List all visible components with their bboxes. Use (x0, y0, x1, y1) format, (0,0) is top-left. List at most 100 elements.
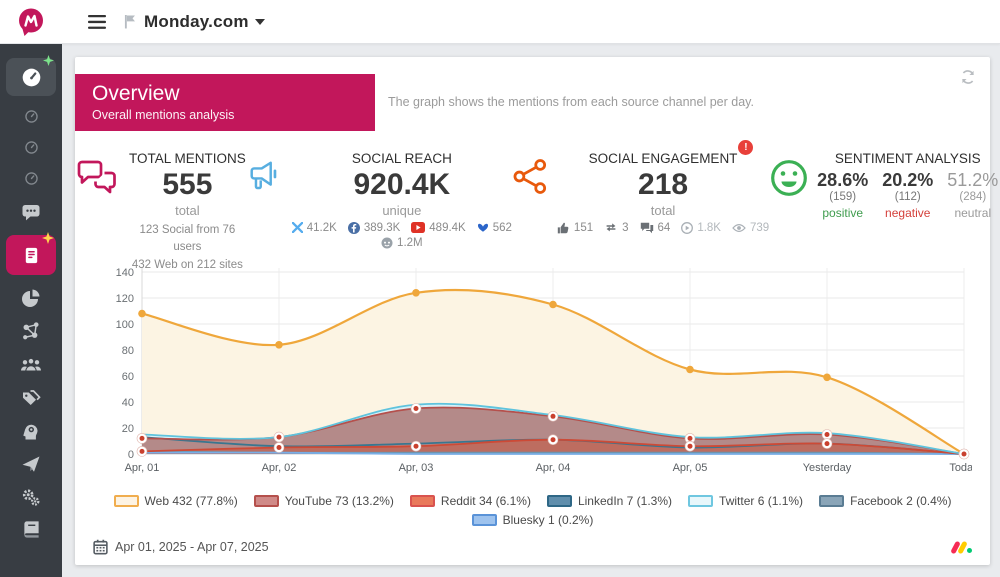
neutral-count: (284) (947, 191, 998, 203)
sparkle-icon (42, 232, 54, 244)
sidebar-item-settings-gears-12[interactable] (21, 487, 41, 507)
svg-text:20: 20 (122, 423, 134, 435)
svg-text:140: 140 (116, 267, 134, 279)
stat-social-engagement: SOCIAL ENGAGEMENT! 218 total 1513641.8K7… (512, 150, 769, 275)
sidebar-item-gauge-small-1[interactable] (24, 109, 39, 124)
stat-title: SOCIAL REACH (352, 151, 452, 166)
svg-text:Apr, 01: Apr, 01 (125, 462, 160, 474)
positive-count: (159) (817, 191, 868, 203)
alert-badge[interactable]: ! (738, 140, 753, 155)
mentions-chart[interactable]: 020406080100120140Apr, 01Apr, 02Apr, 03A… (92, 262, 972, 490)
mentions-social-line: 123 Social from 76 users (129, 222, 246, 258)
chevron-down-icon[interactable] (255, 19, 265, 25)
reach-x-twitter: 41.2K (292, 222, 337, 234)
legend-item-twitter[interactable]: Twitter 6 (1.1%) (688, 494, 803, 508)
reach-breakdown: 41.2K 389.3K 489.4K 562 1.2M (292, 222, 512, 249)
reach-youtube: 489.4K (411, 222, 465, 234)
sidebar-item-mentions-chat-4[interactable] (21, 202, 41, 222)
svg-text:0: 0 (128, 449, 134, 461)
megaphone-icon (246, 158, 284, 196)
sentiment-negative: 20.2% (112) negative (882, 170, 933, 220)
stat-sentiment: SENTIMENT ANALYSIS 28.6% (159) positive … (769, 150, 998, 275)
legend-swatch (819, 495, 844, 507)
svg-text:120: 120 (116, 293, 134, 305)
stat-value: 555 (129, 168, 246, 203)
calendar-icon (93, 539, 108, 555)
sidebar-item-education-book-13[interactable] (22, 520, 41, 539)
legend-item-facebook[interactable]: Facebook 2 (0.4%) (819, 494, 951, 508)
brand-bubble-m-icon (16, 7, 46, 37)
stat-total-mentions: TOTAL MENTIONS 555 total 123 Social from… (75, 150, 246, 275)
legend-item-web[interactable]: Web 432 (77.8%) (114, 494, 238, 508)
sidebar-item-report-document-5[interactable] (6, 235, 56, 275)
sidebar-item-network-share-7[interactable] (21, 321, 42, 342)
negative-count: (112) (882, 191, 933, 203)
legend-item-reddit[interactable]: Reddit 34 (6.1%) (410, 494, 531, 508)
stat-unit: total (557, 203, 769, 218)
refresh-icon (959, 68, 977, 86)
svg-text:100: 100 (116, 319, 134, 331)
legend-label: LinkedIn 7 (1.3%) (578, 494, 672, 508)
engagement-retweet: 3 (604, 222, 628, 234)
legend-swatch (114, 495, 139, 507)
reach-facebook: 389.3K (348, 222, 400, 234)
date-range-picker[interactable]: Apr 01, 2025 - Apr 07, 2025 (93, 539, 269, 555)
svg-text:60: 60 (122, 371, 134, 383)
sidebar-item-publish-plane-11[interactable] (21, 454, 41, 474)
legend-label: Facebook 2 (0.4%) (850, 494, 951, 508)
positive-label: positive (817, 206, 868, 220)
sidebar-item-dashboard-gauge-0[interactable] (6, 58, 56, 96)
legend-label: YouTube 73 (13.2%) (285, 494, 394, 508)
legend-item-bluesky[interactable]: Bluesky 1 (0.2%) (472, 513, 594, 527)
svg-text:80: 80 (122, 345, 134, 357)
smiley-icon (769, 158, 809, 198)
sidebar-item-audience-users-8[interactable] (20, 355, 42, 375)
stat-unit: total (129, 203, 246, 218)
legend-label: Web 432 (77.8%) (145, 494, 238, 508)
svg-text:Apr, 05: Apr, 05 (673, 462, 708, 474)
legend-item-youtube[interactable]: YouTube 73 (13.2%) (254, 494, 394, 508)
sentiment-positive: 28.6% (159) positive (817, 170, 868, 220)
legend-item-linkedin[interactable]: LinkedIn 7 (1.3%) (547, 494, 672, 508)
stat-title: SENTIMENT ANALYSIS (835, 151, 981, 166)
refresh-button[interactable] (956, 65, 980, 89)
overview-banner: Overview Overall mentions analysis (75, 74, 375, 131)
sidebar-item-tags-9[interactable] (21, 388, 41, 408)
stat-value: 920.4K (292, 168, 512, 203)
reach-bluesky: 562 (477, 222, 512, 234)
sidebar-item-ai-insights-head-10[interactable] (21, 421, 41, 441)
engagement-play-circle: 1.8K (681, 222, 721, 234)
chart-description: The graph shows the mentions from each s… (388, 95, 754, 109)
hamburger-menu-icon[interactable] (88, 15, 106, 29)
legend-swatch (547, 495, 572, 507)
stats-row: TOTAL MENTIONS 555 total 123 Social from… (75, 150, 990, 275)
legend-label: Bluesky 1 (0.2%) (503, 513, 594, 527)
legend-swatch (410, 495, 435, 507)
reach-reddit: 1.2M (381, 237, 423, 249)
stat-title: TOTAL MENTIONS (129, 151, 246, 166)
project-selector[interactable]: Monday.com (144, 12, 249, 32)
chart-legend: Web 432 (77.8%) YouTube 73 (13.2%) Reddit … (75, 494, 990, 532)
topbar: Monday.com (62, 0, 1000, 44)
svg-text:Apr, 02: Apr, 02 (262, 462, 297, 474)
engagement-eye: 739 (732, 222, 769, 234)
sidebar-nav (0, 44, 62, 552)
negative-pct: 20.2% (882, 170, 933, 191)
sidebar-item-gauge-small-3[interactable] (24, 171, 39, 186)
app-logo[interactable] (0, 0, 62, 44)
svg-text:Today: Today (949, 462, 972, 474)
sidebar-item-pie-chart-6[interactable] (21, 288, 41, 308)
stat-title: SOCIAL ENGAGEMENT! (589, 151, 738, 166)
legend-label: Twitter 6 (1.1%) (719, 494, 803, 508)
legend-swatch (254, 495, 279, 507)
page-subtitle: Overall mentions analysis (92, 108, 375, 122)
svg-text:40: 40 (122, 397, 134, 409)
sparkle-icon (43, 55, 54, 66)
sidebar-item-gauge-small-2[interactable] (24, 140, 39, 155)
neutral-pct: 51.2% (947, 170, 998, 191)
stat-social-reach: SOCIAL REACH 920.4K unique 41.2K389.3K48… (246, 150, 512, 275)
neutral-label: neutral (947, 206, 998, 220)
engagement-thumbs-up: 151 (557, 222, 593, 234)
legend-swatch (472, 514, 497, 526)
engagement-breakdown: 1513641.8K739 (557, 222, 769, 234)
